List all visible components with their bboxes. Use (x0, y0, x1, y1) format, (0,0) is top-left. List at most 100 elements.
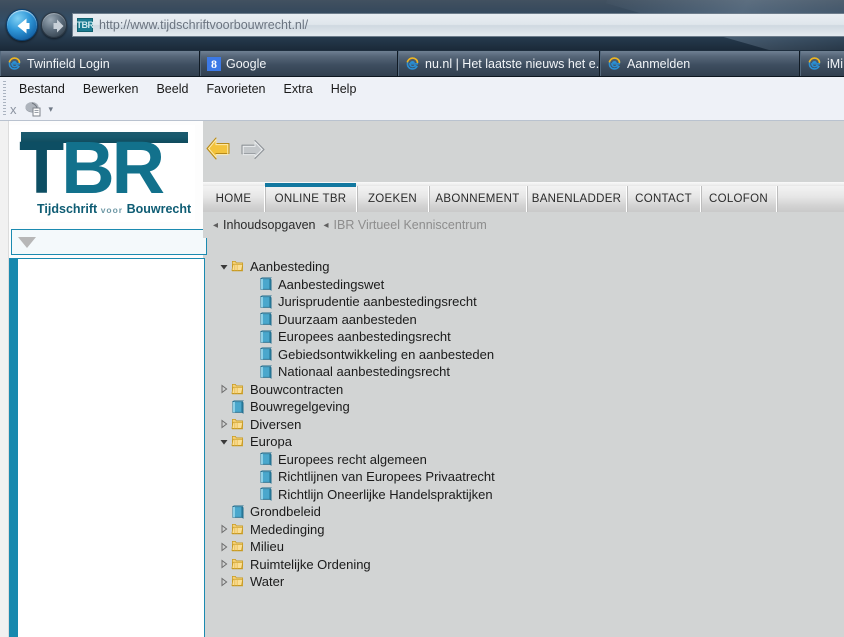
book-icon (231, 505, 244, 519)
tree-collapsed-icon[interactable] (219, 542, 229, 552)
browser-tab[interactable]: Twinfield Login (0, 51, 200, 76)
page-back-arrow-icon[interactable] (205, 135, 235, 163)
menu-item-bewerken[interactable]: Bewerken (74, 79, 148, 99)
tree-item[interactable]: Bouwregelgeving (217, 398, 844, 416)
tbr-logo[interactable]: TBR Tijdschrift voor Bouwrecht (9, 125, 195, 222)
site-tab-label: CONTACT (635, 193, 692, 205)
tree-item[interactable]: Mededinging (217, 521, 844, 539)
tree-collapsed-icon[interactable] (219, 524, 229, 534)
tree-twisty[interactable] (217, 577, 231, 587)
tree-item[interactable]: Ruimtelijke Ordening (217, 556, 844, 574)
book-icon (259, 347, 272, 362)
tree-twisty[interactable] (217, 559, 231, 569)
site-tab-online-tbr[interactable]: ONLINE TBR (265, 183, 357, 212)
logo-letters-br: BR (61, 126, 165, 209)
page-viewport: TBR Tijdschrift voor Bouwrecht HOME ONLIN… (0, 121, 844, 637)
logo-letter-t: T (19, 126, 64, 209)
menu-item-help[interactable]: Help (322, 79, 366, 99)
google-icon: 8 (207, 56, 221, 71)
menu-item-favorieten[interactable]: Favorieten (197, 79, 274, 99)
command-close-icon[interactable]: x (10, 102, 17, 117)
browser-chrome: TBR http://www.tijdschriftvoorbouwrecht.… (0, 0, 844, 50)
logo-letters: TBR (19, 130, 165, 206)
address-bar[interactable]: TBR http://www.tijdschriftvoorbouwrecht.… (72, 13, 844, 37)
tree-twisty[interactable] (217, 542, 231, 552)
site-tab-banenladder[interactable]: BANENLADDER (527, 186, 627, 212)
tree-item[interactable]: Europees aanbestedingsrecht (217, 328, 844, 346)
tree-expanded-icon[interactable] (219, 262, 229, 272)
site-tab-contact[interactable]: CONTACT (627, 186, 701, 212)
browser-tab[interactable]: 8 Google (200, 51, 398, 76)
book-icon (259, 470, 272, 484)
breadcrumb-item-inhoudsopgaven[interactable]: Inhoudsopgaven (223, 218, 315, 232)
tree-item[interactable]: Nationaal aanbestedingsrecht (217, 363, 844, 381)
browser-tab-label: Google (226, 56, 267, 71)
tree-collapsed-icon[interactable] (219, 419, 229, 429)
tree-item[interactable]: Europees recht algemeen (217, 451, 844, 469)
command-dropdown-caret-icon[interactable]: ▾ (49, 104, 54, 115)
sidebar-dropdown[interactable] (11, 229, 207, 255)
folder-icon (231, 558, 244, 569)
tree-item[interactable]: Richtlijn Oneerlijke Handelspraktijken (217, 486, 844, 504)
address-url-text: http://www.tijdschriftvoorbouwrecht.nl/ (99, 18, 309, 32)
tree-item[interactable]: Jurisprudentie aanbestedingsrecht (217, 293, 844, 311)
tree-twisty[interactable] (217, 419, 231, 429)
tree-twisty[interactable] (217, 524, 231, 534)
menu-drag-grip[interactable] (3, 81, 6, 117)
site-tab-home[interactable]: HOME (203, 186, 265, 212)
tree-collapsed-icon[interactable] (219, 577, 229, 587)
tagline-part-2: voor (100, 205, 124, 215)
book-icon (259, 487, 272, 502)
tree-item[interactable]: Richtlijnen van Europees Privaatrecht (217, 468, 844, 486)
tree-item[interactable]: Bouwcontracten (217, 381, 844, 399)
browser-tab[interactable]: iMi (800, 51, 844, 76)
tree-twisty[interactable] (217, 384, 231, 394)
book-icon (259, 312, 272, 327)
menu-item-bestand[interactable]: Bestand (10, 79, 74, 99)
book-icon (259, 365, 272, 379)
site-tab-abonnement[interactable]: ABONNEMENT (429, 186, 527, 212)
menu-item-extra[interactable]: Extra (275, 79, 322, 99)
browser-tab[interactable]: Aanmelden (600, 51, 800, 76)
tree-collapsed-icon[interactable] (219, 384, 229, 394)
browser-back-button[interactable] (6, 9, 38, 41)
site-tab-label: ZOEKEN (367, 193, 418, 205)
browser-forward-button[interactable] (41, 12, 67, 38)
site-tab-zoeken[interactable]: ZOEKEN (357, 186, 429, 212)
tree-expanded-icon[interactable] (219, 437, 229, 447)
browser-tab-label: iMi (827, 56, 843, 71)
tree-item-label: Aanbesteding (250, 259, 330, 274)
tree-item-label: Bouwcontracten (250, 381, 344, 397)
tree-item-label: Gebiedsontwikkeling en aanbesteden (278, 346, 495, 362)
tree-item[interactable]: Grondbeleid (217, 503, 844, 521)
tree-item[interactable]: Diversen (217, 416, 844, 434)
folder-icon (231, 576, 244, 587)
tree-twisty[interactable] (217, 262, 231, 272)
book-icon (259, 330, 272, 344)
forward-arrow-icon (53, 19, 64, 33)
tree-item[interactable]: Duurzaam aanbesteden (217, 311, 844, 329)
folder-icon (231, 261, 244, 272)
tree-item[interactable]: Aanbestedingswet (217, 276, 844, 294)
page-left-gutter (0, 121, 9, 637)
page-tools-icon[interactable] (24, 101, 42, 117)
folder-icon (231, 436, 244, 447)
internet-explorer-icon (608, 57, 621, 70)
tree-collapsed-icon[interactable] (219, 559, 229, 569)
tree-item[interactable]: Milieu (217, 538, 844, 556)
internet-explorer-icon (808, 57, 821, 70)
site-tab-colofon[interactable]: COLOFON (701, 186, 777, 212)
menu-item-beeld[interactable]: Beeld (147, 79, 197, 99)
tree-twisty[interactable] (217, 437, 231, 447)
tree-item[interactable]: Water (217, 573, 844, 591)
tree-item-label: Mededinging (250, 521, 325, 537)
tree-item-label: Milieu (250, 539, 284, 554)
tree-item[interactable]: Europa (217, 433, 844, 451)
page-forward-arrow-icon[interactable] (239, 138, 265, 162)
logo-tagline: Tijdschrift voor Bouwrecht (37, 202, 191, 216)
site-tab-label: HOME (215, 193, 252, 205)
tree-item[interactable]: Aanbesteding (217, 258, 844, 276)
tree-item[interactable]: Gebiedsontwikkeling en aanbesteden (217, 346, 844, 364)
back-arrow-icon (17, 18, 30, 34)
browser-tab[interactable]: nu.nl | Het laatste nieuws het e... (398, 51, 600, 76)
